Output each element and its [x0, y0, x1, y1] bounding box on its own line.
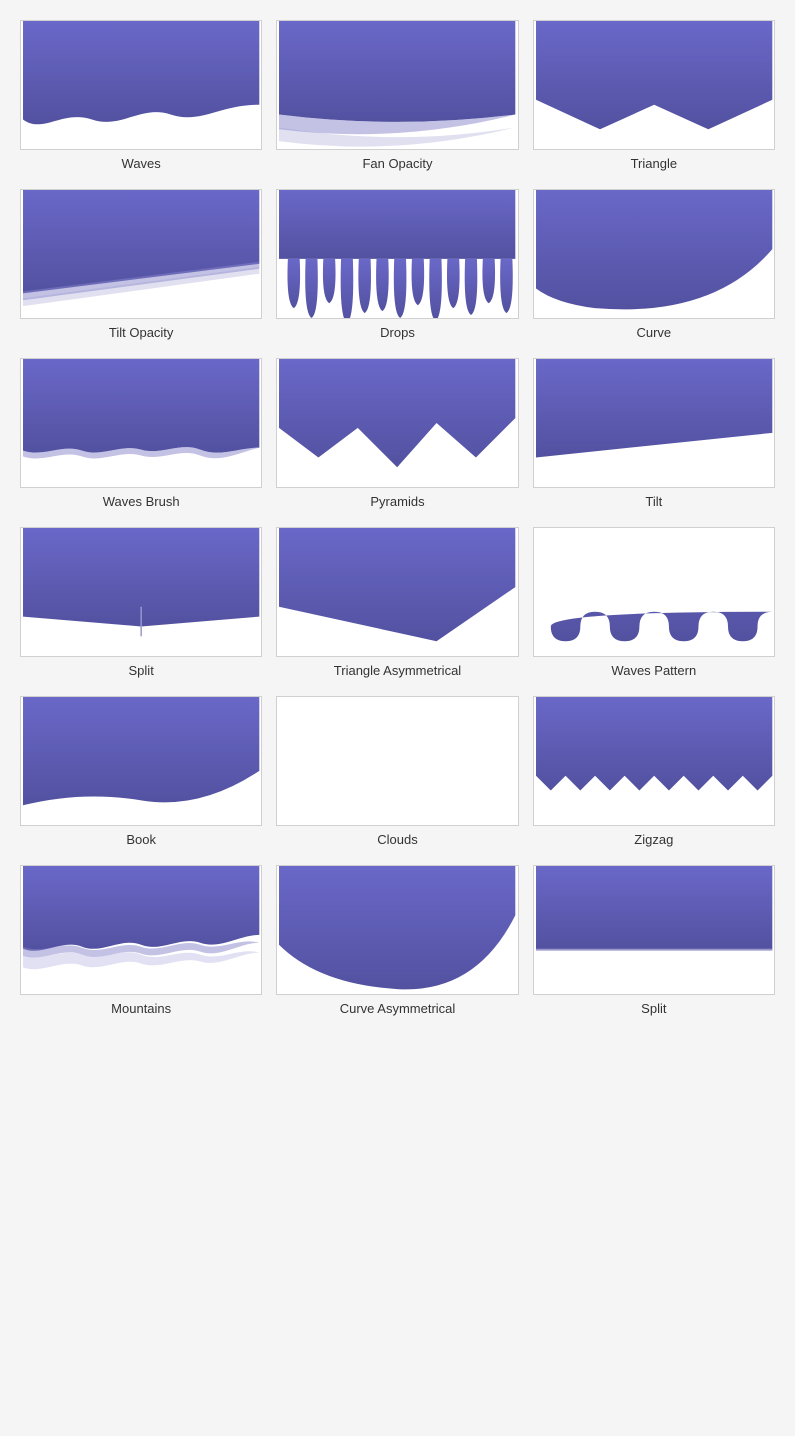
shape-label-split2: Split [641, 1001, 666, 1016]
shape-card-pyramids [276, 358, 518, 488]
shape-item-mountains[interactable]: Mountains [20, 865, 262, 1016]
shape-card-waves [20, 20, 262, 150]
shape-card-waves-pattern [533, 527, 775, 657]
shape-card-mountains [20, 865, 262, 995]
shape-card-split [20, 527, 262, 657]
shape-label-book: Book [126, 832, 156, 847]
shape-item-curve-asymmetrical[interactable]: Curve Asymmetrical [276, 865, 518, 1016]
shape-label-drops: Drops [380, 325, 415, 340]
shape-item-clouds[interactable]: Clouds [276, 696, 518, 847]
shape-card-tilt [533, 358, 775, 488]
shape-label-waves-brush: Waves Brush [103, 494, 180, 509]
shape-item-tilt[interactable]: Tilt [533, 358, 775, 509]
shape-card-waves-brush [20, 358, 262, 488]
shape-label-clouds: Clouds [377, 832, 417, 847]
shape-item-triangle-asymmetrical[interactable]: Triangle Asymmetrical [276, 527, 518, 678]
shape-label-waves: Waves [122, 156, 161, 171]
shape-item-split2[interactable]: Split [533, 865, 775, 1016]
shape-item-pyramids[interactable]: Pyramids [276, 358, 518, 509]
shape-label-mountains: Mountains [111, 1001, 171, 1016]
shape-grid: Waves Fan Opacity Triangle Tilt Opacity Drop… [10, 10, 785, 1026]
shape-label-pyramids: Pyramids [370, 494, 424, 509]
shape-item-waves[interactable]: Waves [20, 20, 262, 171]
shape-card-clouds [276, 696, 518, 826]
shape-label-tilt: Tilt [645, 494, 662, 509]
shape-label-tilt-opacity: Tilt Opacity [109, 325, 174, 340]
shape-card-fan-opacity [276, 20, 518, 150]
shape-item-book[interactable]: Book [20, 696, 262, 847]
shape-item-waves-pattern[interactable]: Waves Pattern [533, 527, 775, 678]
shape-card-triangle-asymmetrical [276, 527, 518, 657]
shape-item-drops[interactable]: Drops [276, 189, 518, 340]
shape-item-fan-opacity[interactable]: Fan Opacity [276, 20, 518, 171]
shape-item-curve[interactable]: Curve [533, 189, 775, 340]
shape-card-curve [533, 189, 775, 319]
shape-card-book [20, 696, 262, 826]
shape-item-triangle[interactable]: Triangle [533, 20, 775, 171]
shape-label-split: Split [129, 663, 154, 678]
shape-label-triangle-asymmetrical: Triangle Asymmetrical [334, 663, 461, 678]
shape-card-zigzag [533, 696, 775, 826]
shape-card-split2 [533, 865, 775, 995]
shape-item-waves-brush[interactable]: Waves Brush [20, 358, 262, 509]
shape-label-curve: Curve [636, 325, 671, 340]
shape-card-curve-asymmetrical [276, 865, 518, 995]
shape-item-split[interactable]: Split [20, 527, 262, 678]
shape-card-triangle [533, 20, 775, 150]
shape-card-drops [276, 189, 518, 319]
shape-label-waves-pattern: Waves Pattern [611, 663, 696, 678]
shape-label-zigzag: Zigzag [634, 832, 673, 847]
shape-item-zigzag[interactable]: Zigzag [533, 696, 775, 847]
shape-label-curve-asymmetrical: Curve Asymmetrical [340, 1001, 456, 1016]
shape-item-tilt-opacity[interactable]: Tilt Opacity [20, 189, 262, 340]
shape-label-fan-opacity: Fan Opacity [362, 156, 432, 171]
shape-card-tilt-opacity [20, 189, 262, 319]
shape-label-triangle: Triangle [631, 156, 677, 171]
